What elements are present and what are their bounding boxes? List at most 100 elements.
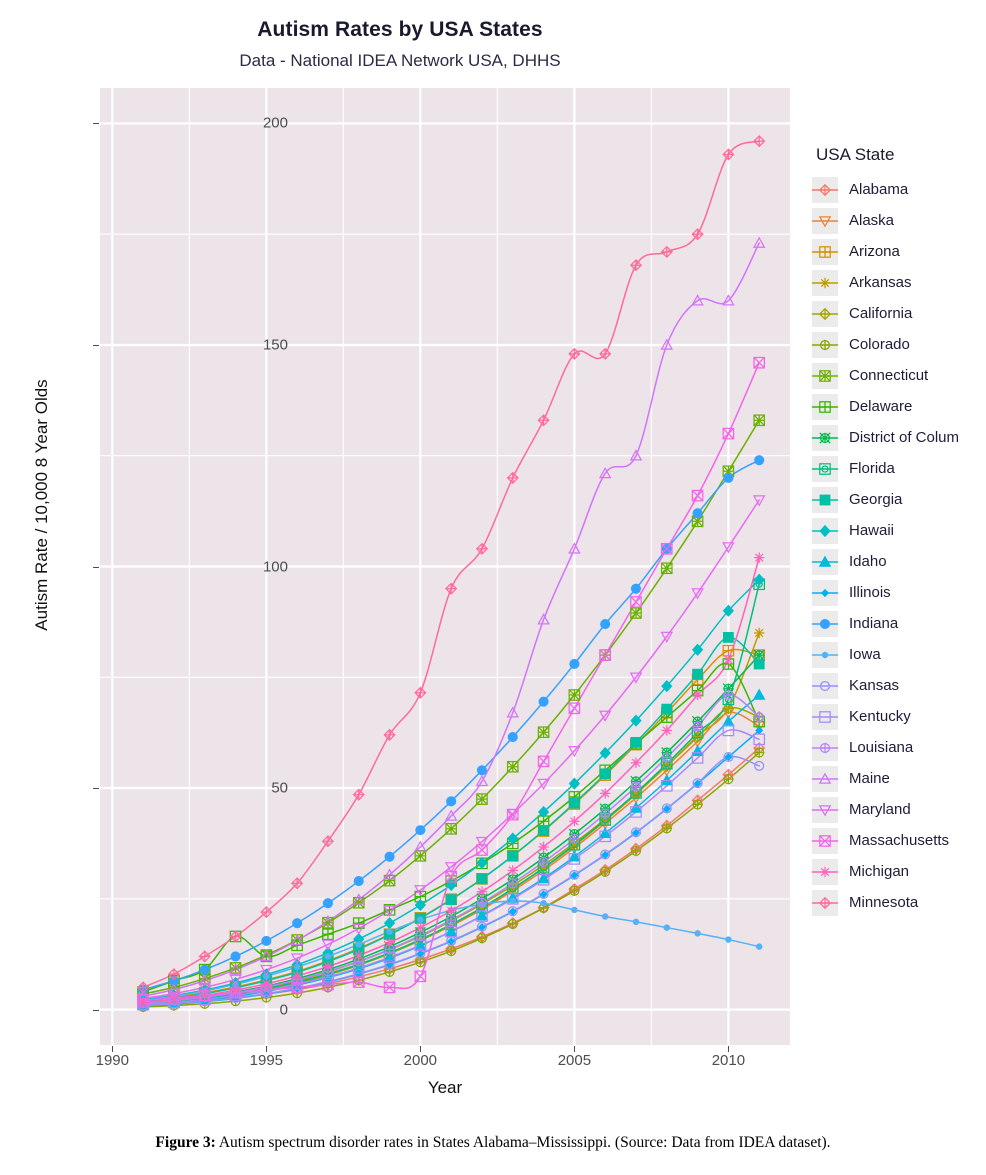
x-axis-tick-label: 1990: [95, 1052, 129, 1069]
legend-item-california[interactable]: California: [812, 298, 986, 329]
y-axis-tick-mark: [93, 1009, 99, 1011]
legend-item-georgia[interactable]: Georgia: [812, 484, 986, 515]
x-axis-tick-mark: [112, 1046, 114, 1052]
legend-items: Alabama Alaska Arizona Arkansas California Co…: [812, 174, 986, 918]
legend-item-label: Alaska: [849, 212, 895, 229]
legend-key-icon: [812, 796, 838, 823]
legend-item-label: District of Colum: [849, 429, 960, 446]
legend-key-icon: [812, 300, 838, 327]
y-axis-tick-mark: [93, 566, 99, 568]
legend-item-label: Arkansas: [849, 274, 912, 291]
legend-item-label: Arizona: [849, 243, 900, 260]
legend-item-kentucky[interactable]: Kentucky: [812, 701, 986, 732]
y-axis-tick-mark: [93, 788, 99, 790]
legend-item-iowa[interactable]: Iowa: [812, 639, 986, 670]
legend-key-icon: [812, 269, 838, 296]
y-axis-tick-label: 150: [262, 336, 288, 354]
legend-item-label: Florida: [849, 460, 895, 477]
legend-key-icon: [812, 765, 838, 792]
y-axis-tick-label: 100: [262, 558, 288, 575]
y-axis-tick-mark: [93, 123, 99, 125]
legend-item-label: Colorado: [849, 336, 910, 353]
legend-item-idaho[interactable]: Idaho: [812, 546, 986, 577]
legend-item-label: Hawaii: [849, 522, 895, 539]
legend-item-label: Indiana: [849, 615, 899, 632]
y-axis-tick-label: 200: [262, 114, 288, 132]
legend-item-label: Maine: [849, 770, 890, 787]
legend-item-arkansas[interactable]: Arkansas: [812, 267, 986, 298]
legend-item-label: Minnesota: [849, 894, 919, 911]
legend-item-alaska[interactable]: Alaska: [812, 205, 986, 236]
legend-key-icon: [812, 703, 838, 730]
legend-key-icon: [812, 362, 838, 389]
legend-item-label: Illinois: [849, 584, 891, 601]
legend-title: USA State: [816, 145, 895, 164]
x-axis-tick-label: 1995: [249, 1052, 284, 1069]
y-axis-tick-mark: [93, 344, 99, 346]
legend-item-label: California: [849, 305, 913, 322]
series-markers-louisiana: [137, 689, 765, 1009]
legend-item-illinois[interactable]: Illinois: [812, 577, 986, 608]
legend-item-maine[interactable]: Maine: [812, 763, 986, 794]
legend-item-indiana[interactable]: Indiana: [812, 608, 986, 639]
legend-item-minnesota[interactable]: Minnesota: [812, 887, 986, 918]
legend-key-icon: [812, 858, 838, 885]
legend-item-label: Georgia: [849, 491, 903, 508]
legend-item-label: Kentucky: [849, 708, 911, 725]
legend-item-label: Alabama: [849, 181, 909, 198]
figure-container: Autism Rates by USA States Data - Nation…: [0, 0, 986, 1175]
legend-key-icon: [812, 672, 838, 699]
legend-item-colorado[interactable]: Colorado: [812, 329, 986, 360]
legend-item-label: Michigan: [849, 863, 910, 880]
chart-subtitle: Data - National IDEA Network USA, DHHS: [239, 51, 561, 70]
legend-key-icon: [812, 548, 838, 575]
legend-item-label: Idaho: [849, 553, 887, 570]
x-axis-tick-label: 2005: [557, 1052, 592, 1069]
legend-item-alabama[interactable]: Alabama: [812, 174, 986, 205]
caption-text: Autism spectrum disorder rates in States…: [215, 1134, 831, 1151]
legend-key-icon: [812, 455, 838, 482]
legend-key-icon: [812, 331, 838, 358]
y-axis-title: Autism Rate / 10,000 8 Year Olds: [32, 379, 51, 631]
x-axis-title: Year: [427, 1078, 463, 1097]
legend-item-louisiana[interactable]: Louisiana: [812, 732, 986, 763]
legend-key-icon: [812, 827, 838, 854]
y-axis-tick-label: 50: [271, 779, 288, 797]
legend-item-massachusetts[interactable]: Massachusetts: [812, 825, 986, 856]
legend-item-label: Maryland: [849, 801, 911, 818]
x-axis-tick-mark: [728, 1046, 730, 1052]
legend-item-maryland[interactable]: Maryland: [812, 794, 986, 825]
legend-item-hawaii[interactable]: Hawaii: [812, 515, 986, 546]
legend-item-label: Connecticut: [849, 367, 929, 384]
x-axis-tick-label: 2000: [403, 1052, 438, 1069]
series-markers-idaho: [136, 688, 766, 1010]
legend-key-icon: [812, 641, 838, 668]
legend-item-florida[interactable]: Florida: [812, 453, 986, 484]
legend-key-icon: [812, 610, 838, 637]
x-axis-tick-mark: [574, 1046, 576, 1052]
legend-item-delaware[interactable]: Delaware: [812, 391, 986, 422]
legend-item-label: Iowa: [849, 646, 881, 663]
legend-item-kansas[interactable]: Kansas: [812, 670, 986, 701]
legend-key-icon: [812, 889, 838, 916]
x-axis-tick-mark: [420, 1046, 422, 1052]
legend-key-icon: [812, 176, 838, 203]
legend-key-icon: [812, 207, 838, 234]
figure-caption: Figure 3: Autism spectrum disorder rates…: [0, 1134, 986, 1152]
gridlines: [100, 88, 790, 1045]
legend-item-label: Louisiana: [849, 739, 914, 756]
legend-item-michigan[interactable]: Michigan: [812, 856, 986, 887]
chart-title: Autism Rates by USA States: [257, 18, 543, 41]
x-axis-tick-label: 2010: [711, 1052, 746, 1069]
x-axis-tick-mark: [266, 1046, 268, 1052]
legend-item-district-of-colum[interactable]: District of Colum: [812, 422, 986, 453]
legend-key-icon: [812, 486, 838, 513]
plot-panel: [100, 88, 790, 1045]
legend-key-icon: [812, 238, 838, 265]
legend-key-icon: [812, 579, 838, 606]
legend-item-label: Massachusetts: [849, 832, 950, 849]
legend-key-icon: [812, 517, 838, 544]
legend-item-arizona[interactable]: Arizona: [812, 236, 986, 267]
legend-item-connecticut[interactable]: Connecticut: [812, 360, 986, 391]
legend-item-label: Delaware: [849, 398, 913, 415]
